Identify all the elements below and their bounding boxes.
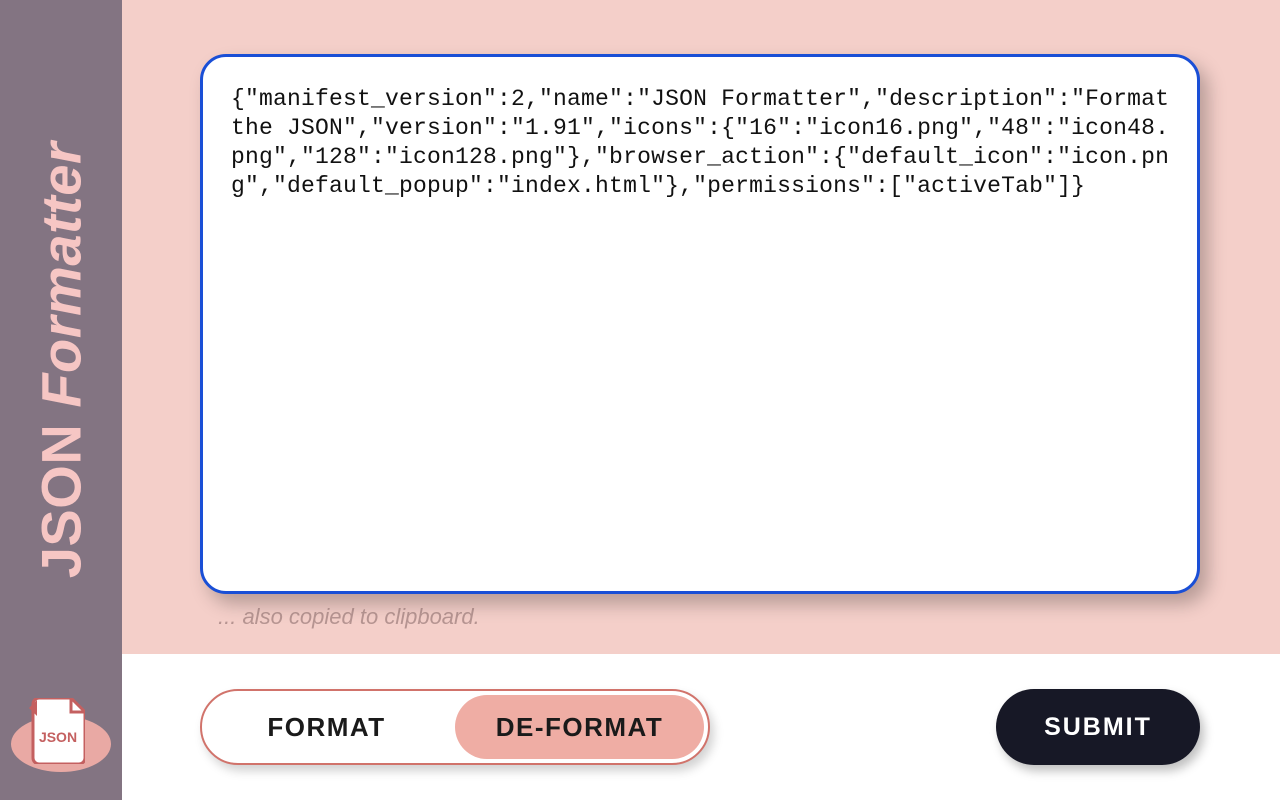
logo-text: JSON [39, 729, 77, 745]
app-title-word1: JSON [30, 424, 93, 579]
sidebar: JSON Formatter JSON [0, 0, 122, 800]
format-button[interactable]: FORMAT [202, 691, 451, 763]
app-title: JSON Formatter [29, 142, 94, 578]
textarea-container [200, 54, 1200, 594]
clipboard-status: ... also copied to clipboard. [218, 604, 480, 630]
submit-button[interactable]: SUBMIT [996, 689, 1200, 765]
editor-zone: ... also copied to clipboard. [122, 0, 1280, 654]
deformat-button[interactable]: DE-FORMAT [455, 695, 704, 759]
app-logo: JSON [11, 682, 111, 782]
format-toggle-group: FORMAT DE-FORMAT [200, 689, 710, 765]
bottom-bar: FORMAT DE-FORMAT SUBMIT [122, 654, 1280, 800]
main-area: ... also copied to clipboard. FORMAT DE-… [122, 0, 1280, 800]
json-file-icon: JSON [29, 698, 85, 764]
app-title-word2: Formatter [30, 142, 93, 408]
json-input[interactable] [200, 54, 1200, 594]
